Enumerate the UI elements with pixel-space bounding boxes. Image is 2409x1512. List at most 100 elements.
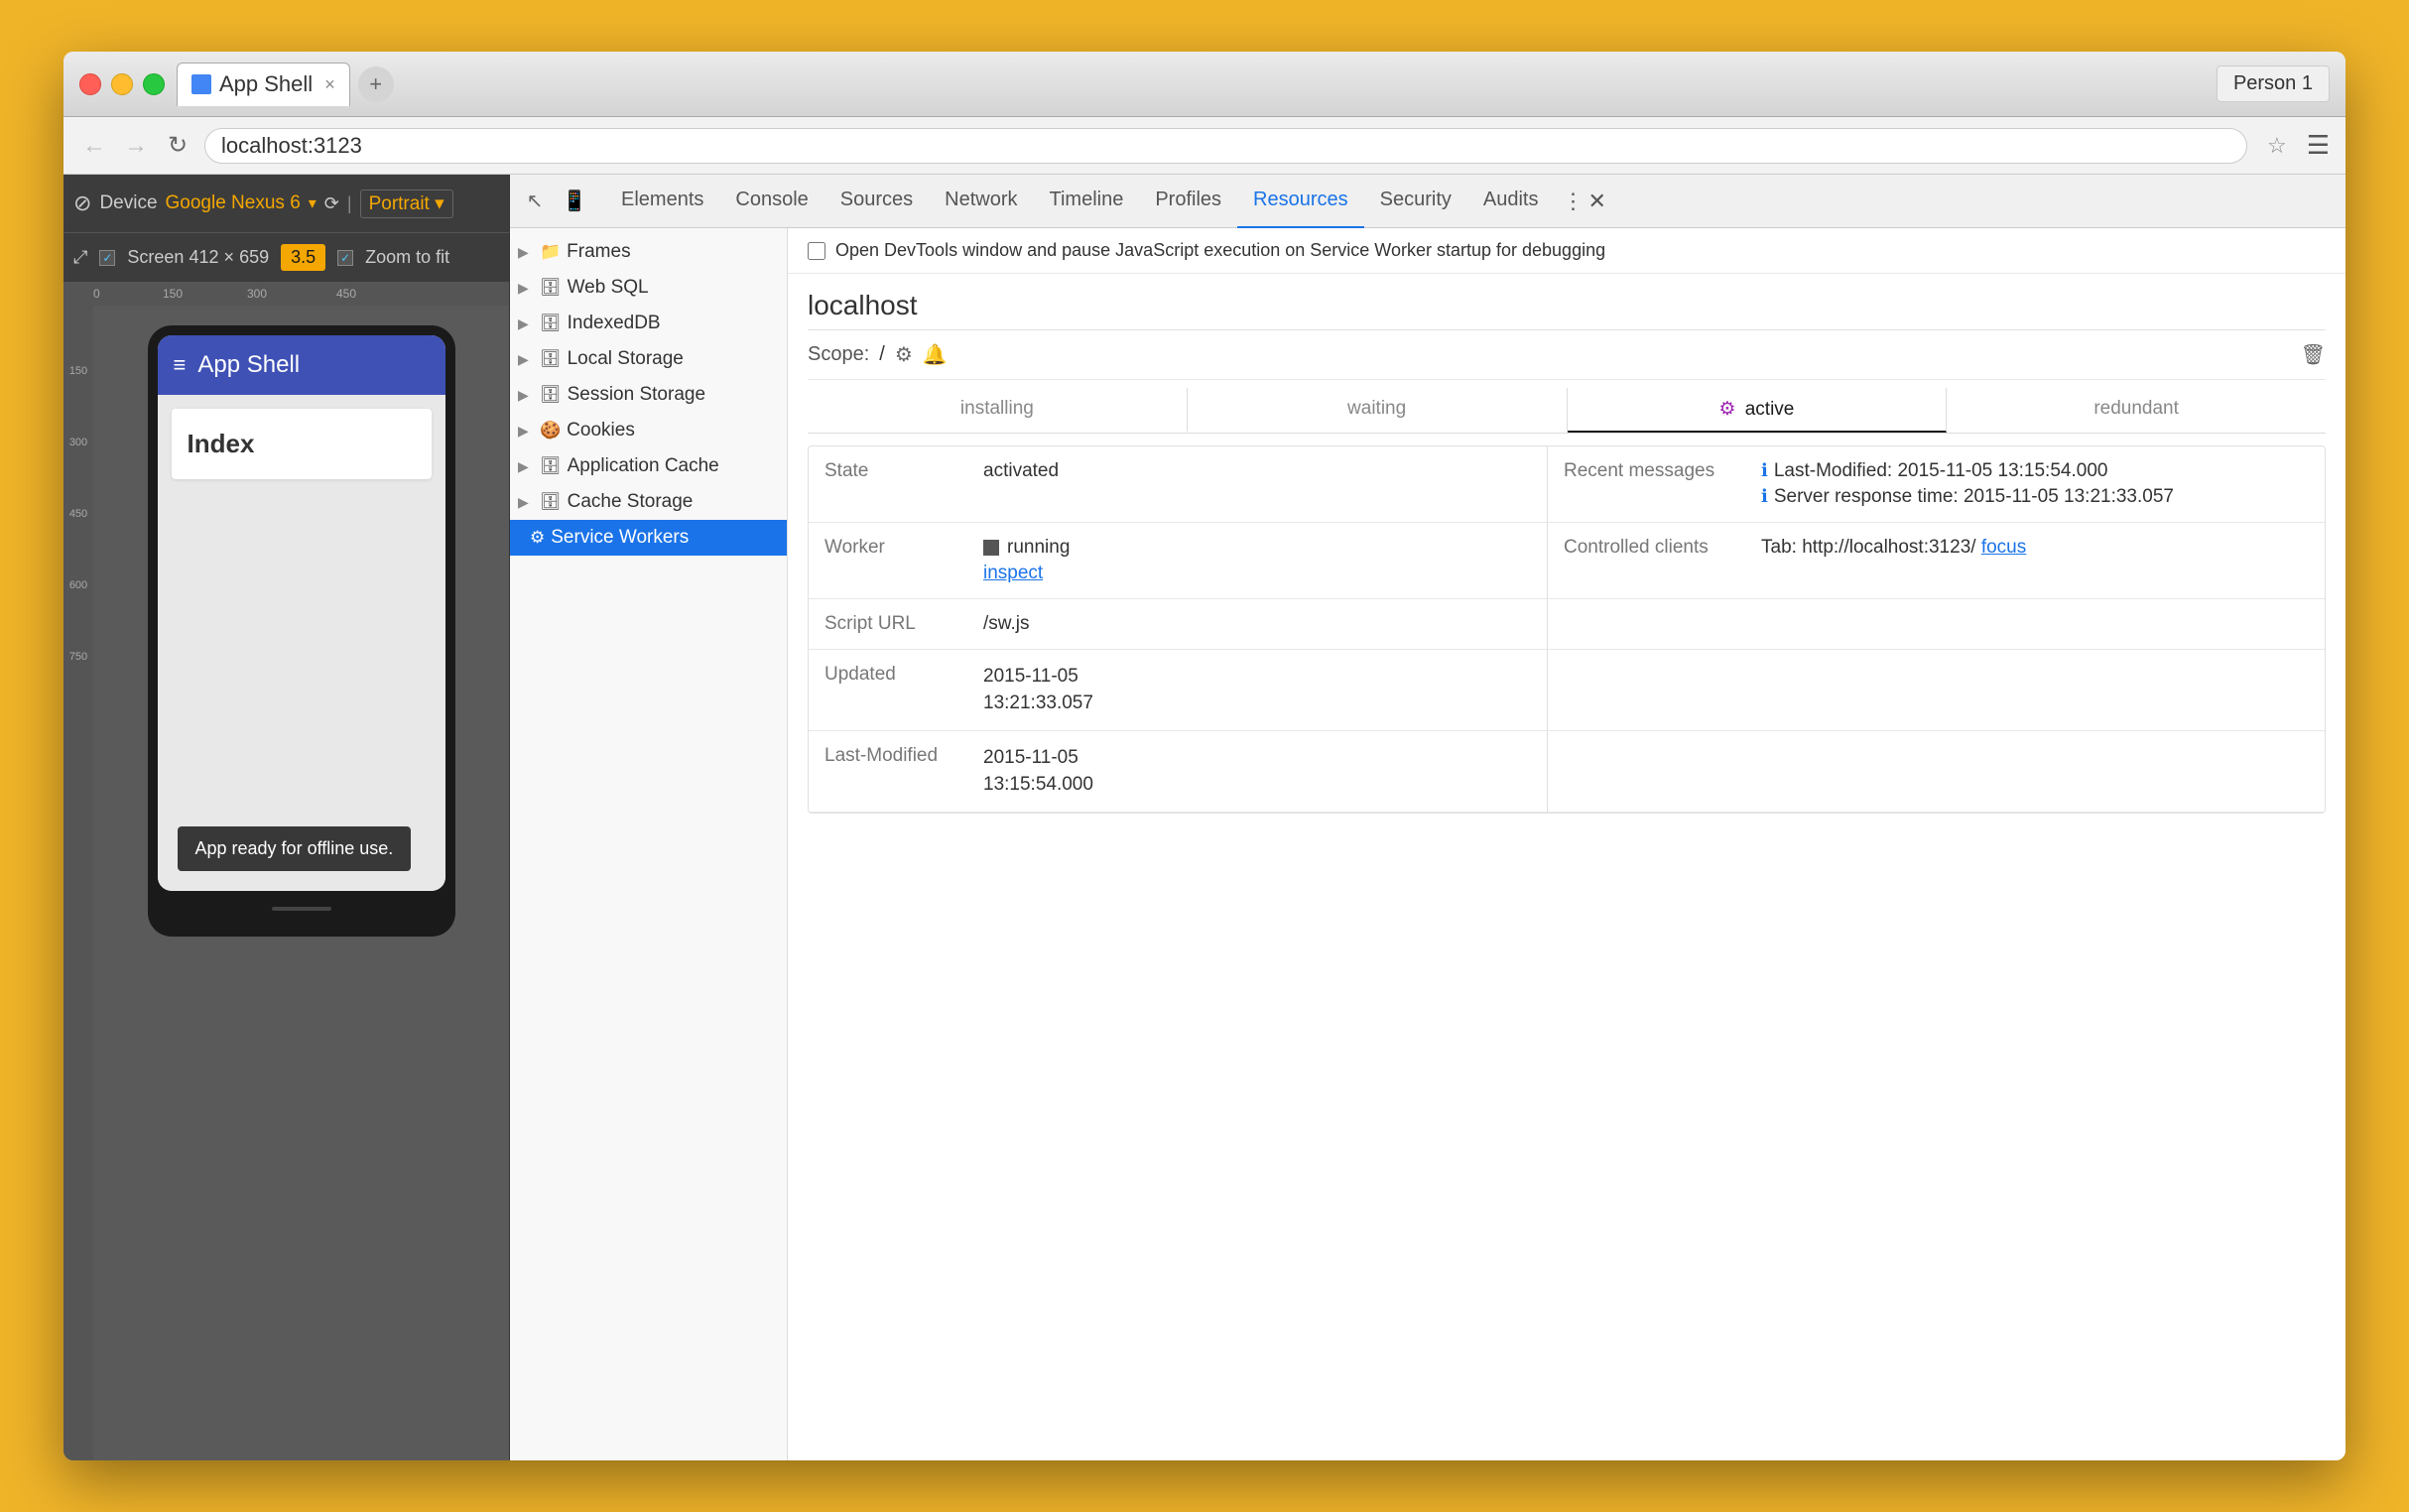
msg1-info-icon: ℹ	[1761, 460, 1768, 481]
tab-favicon	[191, 74, 211, 94]
app-header: ≡ App Shell	[158, 335, 445, 395]
tab-title: App Shell	[219, 71, 313, 97]
last-modified-date: 2015-11-0513:15:54.000	[983, 745, 1531, 798]
service-workers-label: Service Workers	[551, 527, 689, 549]
close-devtools-icon[interactable]: ✕	[1588, 189, 1606, 214]
sw-debug-checkbox[interactable]	[808, 242, 825, 260]
forward-button[interactable]: →	[121, 132, 151, 160]
browser-tab-appshell[interactable]: App Shell ×	[177, 63, 350, 106]
tab-close-icon[interactable]: ×	[324, 74, 335, 95]
tab-security[interactable]: Security	[1364, 175, 1467, 228]
sidebar-item-sessionstorage[interactable]: ▶ 🗄 Session Storage	[510, 377, 787, 413]
tab-url-text: Tab: http://localhost:3123/	[1761, 537, 1981, 558]
waiting-label: waiting	[1347, 398, 1406, 419]
close-button[interactable]	[79, 73, 101, 95]
controlled-clients-label: Controlled clients	[1547, 523, 1745, 599]
sidebar-item-cachestorage[interactable]: ▶ 🗄 Cache Storage	[510, 484, 787, 520]
back-button[interactable]: ←	[79, 132, 109, 160]
cursor-icon[interactable]: ↖	[520, 187, 550, 216]
inspect-link[interactable]: inspect	[983, 563, 1531, 584]
empty-cell-1	[1547, 599, 1745, 650]
new-tab-button[interactable]: +	[358, 66, 394, 102]
tab-resources[interactable]: Resources	[1237, 175, 1364, 228]
empty-cell-5	[1547, 731, 1745, 813]
mobile-icon[interactable]: 📱	[560, 187, 589, 216]
tab-redundant[interactable]: redundant	[1947, 388, 2326, 433]
tab-active[interactable]: ⚙ active	[1568, 388, 1948, 433]
updated-label: Updated	[809, 650, 967, 731]
scope-label: Scope:	[808, 343, 869, 366]
sidebar-item-cookies[interactable]: ▶ 🍪 Cookies	[510, 413, 787, 448]
bell-icon[interactable]: 🔔	[923, 342, 948, 367]
focus-link[interactable]: focus	[1981, 537, 2026, 558]
msg2-text: Server response time: 2015-11-05 13:21:3…	[1774, 486, 2174, 508]
sw-info-grid: State activated Recent messages ℹ Last-M…	[808, 445, 2326, 814]
tab-console[interactable]: Console	[719, 175, 824, 228]
worker-value: running inspect	[967, 523, 1547, 599]
url-input[interactable]: localhost:3123	[204, 128, 2247, 164]
ruler-horizontal: 0 150 300 450	[63, 282, 509, 306]
sidebar-item-frames[interactable]: ▶ 📁 Frames	[510, 234, 787, 270]
tab-installing[interactable]: installing	[808, 388, 1188, 433]
rotate-icon[interactable]: ⟳	[324, 193, 339, 214]
url-bar: ← → ↻ localhost:3123 ☆ ☰	[63, 117, 2346, 175]
resources-sidebar: ▶ 📁 Frames ▶ 🗄 Web SQL ▶ 🗄 IndexedDB	[510, 228, 788, 1460]
offline-toast: App ready for offline use.	[178, 826, 412, 871]
devtools-icons: ↖ 📱	[520, 187, 589, 216]
zoom-to-fit-checkbox[interactable]	[337, 250, 353, 266]
sw-status-tabs: installing waiting ⚙ active redundant	[808, 388, 2326, 434]
toggle-frames: ▶	[518, 244, 534, 261]
tab-bar: App Shell × + Person 1	[177, 63, 2330, 106]
last-modified-value: 2015-11-0513:15:54.000	[967, 731, 1547, 813]
devtools-tab-bar: ↖ 📱 Elements Console Sources Network Tim…	[510, 175, 2346, 228]
tab-audits[interactable]: Audits	[1467, 175, 1555, 228]
screen-info: Screen 412 × 659	[127, 247, 269, 268]
minimize-button[interactable]	[111, 73, 133, 95]
more-tabs-icon[interactable]: ⋮	[1563, 189, 1585, 214]
state-label: State	[809, 446, 967, 523]
last-modified-label: Last-Modified	[809, 731, 967, 813]
state-value: activated	[967, 446, 1547, 523]
no-device-icon: ⊘	[73, 190, 91, 216]
menu-icon[interactable]: ☰	[2307, 130, 2330, 161]
sidebar-item-appcache[interactable]: ▶ 🗄 Application Cache	[510, 448, 787, 484]
url-text: localhost:3123	[221, 133, 362, 159]
settings-icon[interactable]: ⚙	[895, 342, 913, 367]
maximize-button[interactable]	[143, 73, 165, 95]
hamburger-icon: ≡	[174, 352, 187, 378]
active-dot-icon: ⚙	[1718, 399, 1735, 420]
profile-button[interactable]: Person 1	[2217, 65, 2330, 102]
controlled-clients-value: Tab: http://localhost:3123/ focus	[1745, 523, 2325, 599]
scope-value: /	[879, 343, 885, 366]
tab-elements[interactable]: Elements	[605, 175, 719, 228]
app-body: Index App ready for offline use.	[158, 395, 445, 891]
delete-icon[interactable]: 🗑	[2301, 342, 2326, 367]
refresh-button[interactable]: ↻	[163, 131, 192, 160]
screen-checkbox[interactable]	[99, 250, 115, 266]
sidebar-item-indexeddb[interactable]: ▶ 🗄 IndexedDB	[510, 306, 787, 341]
sidebar-item-websql[interactable]: ▶ 🗄 Web SQL	[510, 270, 787, 306]
tab-profiles[interactable]: Profiles	[1139, 175, 1237, 228]
home-indicator	[272, 907, 331, 911]
cache-storage-label: Cache Storage	[568, 491, 694, 513]
tab-timeline[interactable]: Timeline	[1034, 175, 1140, 228]
tab-waiting[interactable]: waiting	[1188, 388, 1568, 433]
sw-host-title: localhost	[808, 274, 2326, 330]
device-dropdown-icon[interactable]: ▾	[309, 193, 317, 213]
sidebar-item-localstorage[interactable]: ▶ 🗄 Local Storage	[510, 341, 787, 377]
updated-value: 2015-11-0513:21:33.057	[967, 650, 1547, 731]
worker-label: Worker	[809, 523, 967, 599]
installing-label: installing	[960, 398, 1034, 419]
zoom-to-fit-label: Zoom to fit	[365, 247, 449, 268]
sidebar-item-serviceworkers[interactable]: ⚙ Service Workers	[510, 520, 787, 556]
phone-screen: ≡ App Shell Index App ready for offline …	[158, 335, 445, 891]
traffic-lights	[79, 73, 165, 95]
service-workers-main: Open DevTools window and pause JavaScrip…	[788, 228, 2346, 1460]
phone-mockup: ≡ App Shell Index App ready for offline …	[148, 325, 455, 937]
tab-network[interactable]: Network	[929, 175, 1033, 228]
bookmark-icon[interactable]: ☆	[2267, 133, 2287, 159]
tab-sources[interactable]: Sources	[824, 175, 929, 228]
portrait-button[interactable]: Portrait ▾	[360, 189, 453, 218]
stop-icon[interactable]	[983, 540, 999, 556]
msg1-text: Last-Modified: 2015-11-05 13:15:54.000	[1774, 460, 2108, 482]
